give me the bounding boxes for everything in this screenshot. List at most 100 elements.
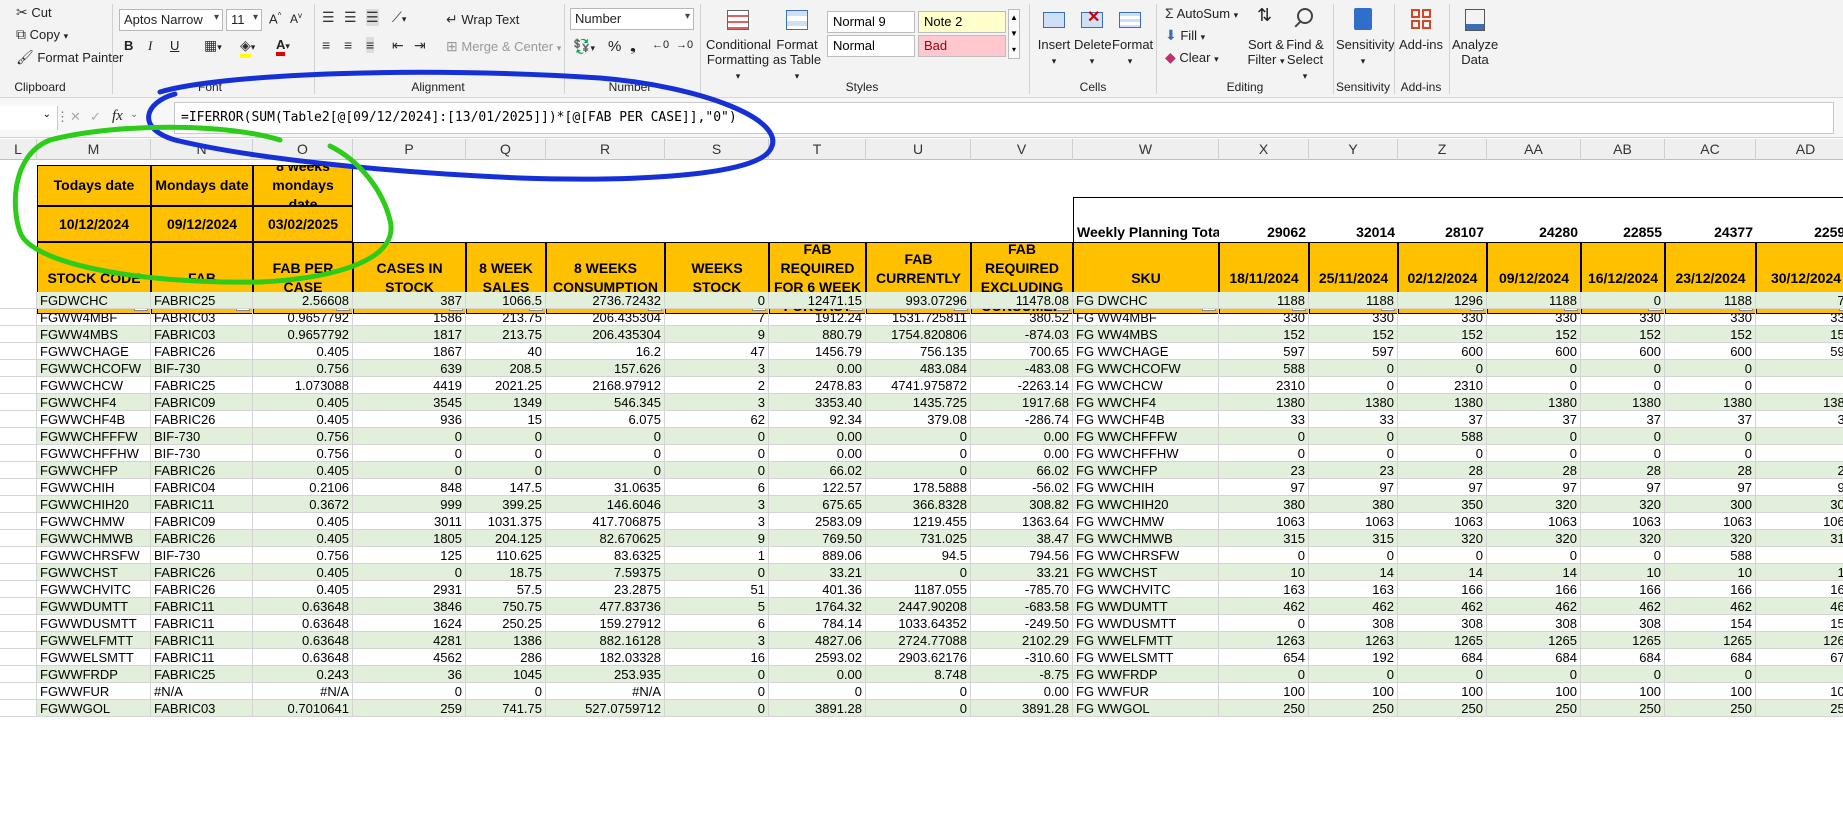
format-cells-button[interactable]: Format ▾	[1112, 6, 1153, 69]
table-cell[interactable]: 750.75	[466, 598, 546, 615]
table-cell[interactable]: -785.70	[971, 581, 1073, 598]
table-cell[interactable]: 28	[1665, 462, 1756, 479]
table-cell[interactable]: 0	[546, 462, 665, 479]
table-cell[interactable]: 3	[665, 394, 769, 411]
bold-button[interactable]: B	[124, 38, 133, 53]
table-cell[interactable]: 72	[1756, 292, 1843, 309]
font-family-select[interactable]: Aptos Narrow ▾	[119, 9, 223, 31]
table-cell[interactable]: 0.63648	[253, 598, 353, 615]
table-cell[interactable]: 1	[665, 547, 769, 564]
table-cell[interactable]: FABRIC26	[151, 564, 253, 581]
table-cell[interactable]: 1912.24	[769, 309, 866, 326]
table-cell[interactable]: 1380	[1309, 394, 1398, 411]
table-cell[interactable]: 1380	[1219, 394, 1309, 411]
table-cell[interactable]: 308	[1487, 615, 1581, 632]
column-header[interactable]: T	[769, 139, 866, 160]
table-cell[interactable]: 206.435304	[546, 309, 665, 326]
table-cell[interactable]: 320	[1581, 530, 1665, 547]
table-cell[interactable]: 320	[1665, 530, 1756, 547]
table-cell[interactable]: -8.75	[971, 666, 1073, 683]
top-align-button[interactable]: ☰	[322, 9, 335, 26]
borders-button[interactable]: ▦▾	[204, 37, 222, 54]
table-cell[interactable]: 97	[1219, 479, 1309, 496]
table-cell[interactable]: 6.075	[546, 411, 665, 428]
table-cell[interactable]: 40	[466, 343, 546, 360]
table-cell[interactable]: 320	[1581, 496, 1665, 513]
table-cell[interactable]: 83.6325	[546, 547, 665, 564]
table-cell[interactable]: 14	[1398, 564, 1487, 581]
table-cell[interactable]: 0	[1487, 547, 1581, 564]
table-cell[interactable]: 462	[1581, 598, 1665, 615]
table-cell[interactable]: FGWWELSMTT	[37, 649, 151, 666]
table-cell[interactable]: 0	[1219, 615, 1309, 632]
table-cell[interactable]: 37	[1665, 411, 1756, 428]
table-cell[interactable]: FGWWCHCW	[37, 377, 151, 394]
table-cell[interactable]: -874.03	[971, 326, 1073, 343]
table-cell[interactable]: 1624	[353, 615, 466, 632]
table-cell[interactable]: 110.625	[466, 547, 546, 564]
percent-button[interactable]: %	[608, 38, 621, 55]
column-header[interactable]: X	[1219, 139, 1309, 160]
table-cell[interactable]: 1917.68	[971, 394, 1073, 411]
table-cell[interactable]: FGWW4MBF	[37, 309, 151, 326]
table-cell[interactable]: 1063	[1487, 513, 1581, 530]
table-cell[interactable]: 152	[1398, 326, 1487, 343]
table-cell[interactable]: 756.135	[866, 343, 971, 360]
table-cell[interactable]: 0	[1219, 428, 1309, 445]
table-cell[interactable]: 0	[353, 445, 466, 462]
table-cell[interactable]: 1817	[353, 326, 466, 343]
analyze-data-button[interactable]: Analyze Data	[1452, 6, 1498, 67]
table-cell[interactable]: FABRIC11	[151, 615, 253, 632]
bottom-align-button[interactable]: ☰	[366, 9, 379, 26]
table-cell[interactable]: 0.9657792	[253, 326, 353, 343]
table-cell[interactable]: 0	[866, 445, 971, 462]
table-cell[interactable]: 308.82	[971, 496, 1073, 513]
table-cell[interactable]: 0.63648	[253, 632, 353, 649]
table-cell[interactable]: 0	[1665, 666, 1756, 683]
sensitivity-button[interactable]: Sensitivity ▾	[1336, 6, 1395, 69]
column-header[interactable]: AD	[1756, 139, 1843, 160]
table-cell[interactable]: 1263	[1309, 632, 1398, 649]
table-cell[interactable]: 0.405	[253, 581, 353, 598]
table-cell[interactable]: 97	[1398, 479, 1487, 496]
table-cell[interactable]: 684	[1665, 649, 1756, 666]
table-cell[interactable]: 0.9657792	[253, 309, 353, 326]
table-cell[interactable]: 1380	[1581, 394, 1665, 411]
table-cell[interactable]: 154	[1665, 615, 1756, 632]
table-cell[interactable]: 993.07296	[866, 292, 971, 309]
table-cell[interactable]: 1380	[1665, 394, 1756, 411]
table-cell[interactable]: 2102.29	[971, 632, 1073, 649]
underline-button[interactable]: U	[170, 38, 179, 53]
table-cell[interactable]: 182.03328	[546, 649, 665, 666]
table-cell[interactable]: 1063	[1219, 513, 1309, 530]
table-cell[interactable]: 166	[1581, 581, 1665, 598]
table-cell[interactable]: 639	[353, 360, 466, 377]
style-bad[interactable]: Bad	[918, 35, 1006, 57]
table-cell[interactable]: 2168.97912	[546, 377, 665, 394]
align-center-button[interactable]: ≡	[344, 37, 352, 53]
weekly-total-cell[interactable]: 29062	[1219, 197, 1309, 242]
table-cell[interactable]: 546.345	[546, 394, 665, 411]
table-cell[interactable]: 100	[1398, 683, 1487, 700]
table-cell[interactable]: 250	[1665, 700, 1756, 717]
table-cell[interactable]: FGWWDUMTT	[37, 598, 151, 615]
table-cell[interactable]: 1265	[1581, 632, 1665, 649]
table-cell[interactable]: 1063	[1398, 513, 1487, 530]
table-cell[interactable]: 684	[1487, 649, 1581, 666]
font-color-button[interactable]: A▾	[276, 37, 290, 56]
table-cell[interactable]: 1031.375	[466, 513, 546, 530]
table-cell[interactable]: 0	[1581, 377, 1665, 394]
table-cell[interactable]: 3011	[353, 513, 466, 530]
autosum-button[interactable]: Σ AutoSum ▾	[1165, 5, 1238, 21]
table-cell[interactable]: 10	[1219, 564, 1309, 581]
column-header[interactable]: Q	[466, 139, 546, 160]
decrease-font-button[interactable]: Av	[290, 11, 302, 26]
table-cell[interactable]: 154	[1756, 615, 1843, 632]
table-cell[interactable]: FABRIC03	[151, 326, 253, 343]
table-cell[interactable]: FGWWCHMW	[37, 513, 151, 530]
sort-filter-button[interactable]: ⇅ Sort & Filter ▾	[1246, 6, 1286, 69]
table-cell[interactable]: -286.74	[971, 411, 1073, 428]
table-cell[interactable]: 3891.28	[769, 700, 866, 717]
table-cell[interactable]: 122.57	[769, 479, 866, 496]
enter-icon[interactable]: ✓	[90, 109, 101, 125]
